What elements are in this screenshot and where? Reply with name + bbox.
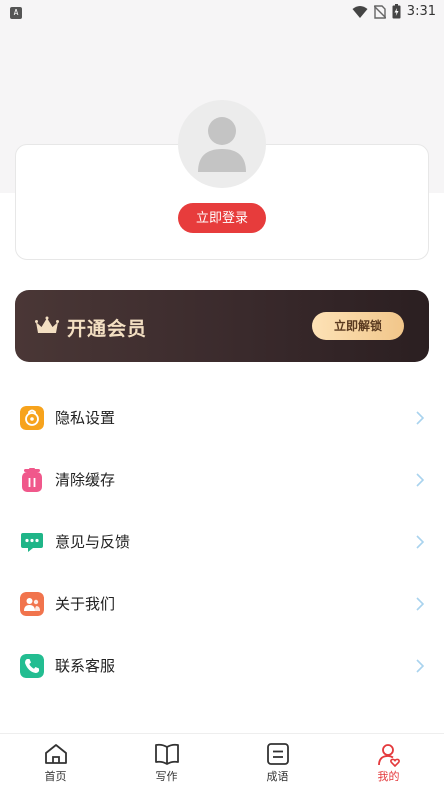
menu-item-clear-cache[interactable]: 清除缓存 — [0, 449, 444, 511]
tab-writing[interactable]: 写作 — [111, 734, 222, 789]
chevron-right-icon — [416, 535, 424, 549]
login-button[interactable]: 立即登录 — [178, 203, 266, 233]
menu-item-label: 关于我们 — [55, 595, 116, 613]
feedback-icon — [21, 533, 43, 552]
crown-icon — [35, 316, 59, 333]
settings-menu: 隐私设置 清除缓存 意见与反馈 关于我们 联系客服 — [0, 387, 444, 697]
menu-item-label: 意见与反馈 — [55, 533, 131, 551]
menu-item-feedback[interactable]: 意见与反馈 — [0, 511, 444, 573]
battery-charging-icon — [392, 4, 401, 19]
chevron-right-icon — [416, 597, 424, 611]
tab-label: 成语 — [266, 770, 289, 783]
home-icon — [44, 744, 67, 764]
profile-icon — [377, 744, 400, 767]
phone-icon — [20, 654, 44, 678]
book-icon — [154, 743, 179, 765]
tab-label: 首页 — [44, 770, 67, 783]
no-sim-icon — [373, 4, 386, 19]
about-us-icon — [20, 592, 44, 616]
tab-mine[interactable]: 我的 — [333, 734, 444, 789]
trash-icon — [22, 468, 42, 492]
status-time: 3:31 — [406, 4, 436, 19]
avatar[interactable] — [178, 100, 266, 188]
menu-item-contact-service[interactable]: 联系客服 — [0, 635, 444, 697]
tab-label: 写作 — [155, 770, 178, 783]
tab-idiom[interactable]: 成语 — [222, 734, 333, 789]
menu-item-about-us[interactable]: 关于我们 — [0, 573, 444, 635]
tab-home[interactable]: 首页 — [0, 734, 111, 789]
menu-item-privacy[interactable]: 隐私设置 — [0, 387, 444, 449]
status-right: 3:31 — [352, 4, 436, 19]
chevron-right-icon — [416, 659, 424, 673]
app-badge-icon: A — [10, 7, 22, 19]
chevron-right-icon — [416, 473, 424, 487]
menu-item-label: 隐私设置 — [55, 409, 116, 427]
default-avatar-icon — [198, 117, 246, 172]
vip-title: 开通会员 — [67, 318, 148, 340]
idiom-icon — [266, 743, 289, 765]
unlock-button[interactable]: 立即解锁 — [312, 312, 404, 340]
menu-item-label: 联系客服 — [55, 657, 116, 675]
status-bar: A 3:31 — [0, 0, 444, 26]
bottom-tab-bar: 首页 写作 成语 我的 — [0, 733, 444, 789]
tab-label: 我的 — [377, 770, 400, 783]
chevron-right-icon — [416, 411, 424, 425]
menu-item-label: 清除缓存 — [55, 471, 116, 489]
privacy-icon — [20, 406, 44, 430]
vip-banner[interactable]: 开通会员 立即解锁 — [15, 290, 429, 362]
wifi-icon — [352, 5, 368, 18]
